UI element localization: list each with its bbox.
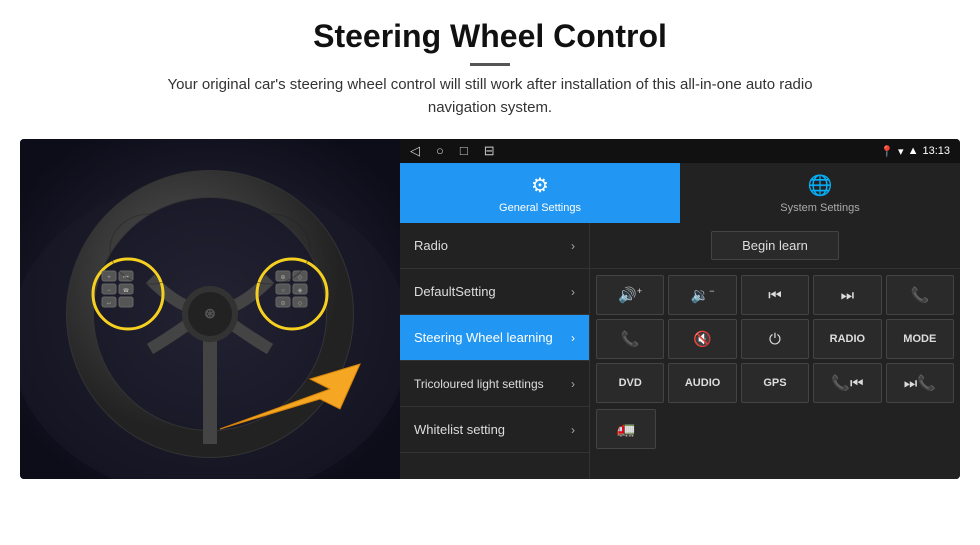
default-label: DefaultSetting — [414, 284, 496, 299]
default-chevron: › — [571, 285, 575, 299]
svg-text:☎: ☎ — [123, 288, 129, 294]
hang-up-button[interactable]: 📞 — [596, 319, 664, 359]
whitelist-chevron: › — [571, 423, 575, 437]
menu-item-radio[interactable]: Radio › — [400, 223, 589, 269]
home-icon[interactable]: ○ — [436, 143, 444, 159]
tab-general-label: General Settings — [499, 202, 581, 214]
mute-button[interactable]: 🔇 — [668, 319, 736, 359]
title-divider — [470, 63, 510, 66]
tricolour-label: Tricoloured light settings — [414, 377, 544, 391]
tab-bar: ⚙ General Settings 🌐 System Settings — [400, 163, 960, 223]
vol-down-button[interactable]: 🔉− — [668, 275, 736, 315]
vol-up-icon: 🔊+ — [618, 286, 642, 304]
phone-next-button[interactable]: ⏭📞 — [886, 363, 954, 403]
prev-track-icon: ⏮ — [768, 287, 782, 304]
nav-icons: ◁ ○ □ ⊟ — [410, 143, 495, 159]
next-track-button[interactable]: ⏭ — [813, 275, 881, 315]
tricolour-chevron: › — [571, 377, 575, 391]
vol-up-button[interactable]: 🔊+ — [596, 275, 664, 315]
phone-button[interactable]: 📞 — [886, 275, 954, 315]
tab-system-label: System Settings — [780, 202, 859, 214]
svg-text:−: − — [107, 288, 111, 294]
hang-up-icon: 📞 — [621, 330, 640, 348]
truck-icon: 🚛 — [617, 420, 636, 438]
back-icon[interactable]: ◁ — [410, 143, 420, 159]
location-icon: 📍 — [880, 145, 894, 158]
status-icons: 📍 ▾ ▲ 13:13 — [880, 145, 950, 158]
system-settings-icon: 🌐 — [808, 173, 833, 198]
settings-list: Radio › DefaultSetting › Steering Wheel … — [400, 223, 960, 479]
signal-icon: ▾ — [898, 145, 904, 158]
wifi-icon: ▲ — [908, 145, 919, 157]
radio-ctrl-label: RADIO — [830, 333, 865, 345]
dvd-ctrl-label: DVD — [619, 377, 642, 389]
control-button-grid: 🔊+ 🔉− ⏮ ⏭ 📞 📞 — [590, 269, 960, 409]
tab-general[interactable]: ⚙ General Settings — [400, 163, 680, 223]
radio-label: Radio — [414, 238, 448, 253]
steering-wheel-image: ⊛ + ⏮ − ☎ ↩ ⊕ ◇ — [20, 139, 400, 479]
menu-item-steering[interactable]: Steering Wheel learning › — [400, 315, 589, 361]
gps-ctrl-button[interactable]: GPS — [741, 363, 809, 403]
page-title: Steering Wheel Control — [40, 18, 940, 55]
svg-text:⊝: ⊝ — [280, 301, 285, 307]
whitelist-label: Whitelist setting — [414, 422, 505, 437]
svg-text:◈: ◈ — [298, 288, 303, 294]
phone-icon: 📞 — [910, 286, 929, 304]
status-bar: ◁ ○ □ ⊟ 📍 ▾ ▲ 13:13 — [400, 139, 960, 163]
phone-prev-button[interactable]: 📞⏮ — [813, 363, 881, 403]
begin-learn-button[interactable]: Begin learn — [711, 231, 839, 260]
truck-icon-button[interactable]: 🚛 — [596, 409, 656, 449]
radio-ctrl-button[interactable]: RADIO — [813, 319, 881, 359]
recents-icon[interactable]: □ — [460, 143, 468, 159]
page-subtitle: Your original car's steering wheel contr… — [140, 74, 840, 119]
power-button[interactable]: ⏻ — [741, 319, 809, 359]
menu-item-default[interactable]: DefaultSetting › — [400, 269, 589, 315]
radio-chevron: › — [571, 239, 575, 253]
menu-icon[interactable]: ⊟ — [484, 143, 495, 159]
prev-track-button[interactable]: ⏮ — [741, 275, 809, 315]
vol-down-icon: 🔉− — [691, 286, 715, 304]
tab-system[interactable]: 🌐 System Settings — [680, 163, 960, 223]
svg-text:↩: ↩ — [107, 301, 111, 307]
steering-label: Steering Wheel learning — [414, 330, 553, 345]
mute-icon: 🔇 — [693, 330, 712, 348]
bottom-icon-row: 🚛 — [590, 409, 960, 449]
menu-item-whitelist[interactable]: Whitelist setting › — [400, 407, 589, 453]
svg-text:⊛: ⊛ — [204, 305, 216, 321]
steering-wheel-area: ⊛ + ⏮ − ☎ ↩ ⊕ ◇ — [20, 139, 400, 479]
menu-column: Radio › DefaultSetting › Steering Wheel … — [400, 223, 590, 479]
svg-text:○: ○ — [281, 288, 285, 294]
svg-text:⊕: ⊕ — [280, 275, 285, 281]
mode-ctrl-label: MODE — [903, 333, 936, 345]
main-content: ⊛ + ⏮ − ☎ ↩ ⊕ ◇ — [0, 129, 980, 489]
menu-item-tricolour[interactable]: Tricoloured light settings › — [400, 361, 589, 407]
clock: 13:13 — [922, 145, 950, 157]
phone-next-icon: ⏭📞 — [904, 374, 936, 392]
phone-prev-icon: 📞⏮ — [831, 374, 863, 392]
android-ui: ◁ ○ □ ⊟ 📍 ▾ ▲ 13:13 ⚙ General Settings 🌐… — [400, 139, 960, 479]
next-track-icon: ⏭ — [841, 287, 855, 304]
right-panel: Begin learn 🔊+ 🔉− ⏮ ⏭ — [590, 223, 960, 479]
audio-ctrl-button[interactable]: AUDIO — [668, 363, 736, 403]
mode-ctrl-button[interactable]: MODE — [886, 319, 954, 359]
dvd-ctrl-button[interactable]: DVD — [596, 363, 664, 403]
begin-learn-row: Begin learn — [590, 223, 960, 269]
page-header: Steering Wheel Control Your original car… — [0, 0, 980, 129]
svg-text:◇: ◇ — [298, 275, 303, 281]
steering-chevron: › — [571, 331, 575, 345]
svg-text:◇: ◇ — [298, 301, 303, 307]
audio-ctrl-label: AUDIO — [685, 377, 720, 389]
svg-text:+: + — [107, 275, 111, 281]
general-settings-icon: ⚙ — [531, 173, 549, 198]
gps-ctrl-label: GPS — [763, 377, 786, 389]
power-icon: ⏻ — [769, 331, 781, 348]
